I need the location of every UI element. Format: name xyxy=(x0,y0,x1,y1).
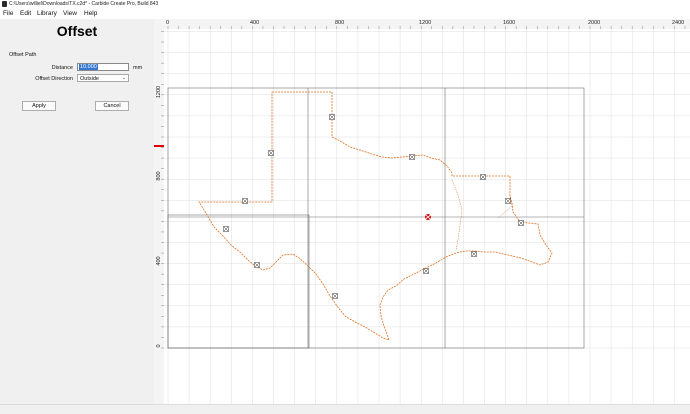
ruler-x-label: 0 xyxy=(166,20,169,26)
ruler-x-label: 2000 xyxy=(588,20,600,26)
ruler-x-label: 2400 xyxy=(672,20,684,26)
menu-view[interactable]: View xyxy=(63,10,77,17)
menu-edit[interactable]: Edit xyxy=(20,10,31,17)
ruler-position-marker xyxy=(154,145,164,147)
distance-value: 10.000 xyxy=(79,64,98,70)
inner-path xyxy=(451,179,463,251)
stock-boundaries xyxy=(167,87,585,349)
menu-file[interactable]: File xyxy=(3,10,13,17)
direction-select[interactable]: Outside ⌄ xyxy=(77,74,129,82)
panel-title: Offset xyxy=(56,23,98,39)
center-handle-icon[interactable] xyxy=(423,213,433,221)
cancel-button[interactable]: Cancel xyxy=(95,101,129,111)
chevron-down-icon: ⌄ xyxy=(121,75,126,81)
distance-label: Distance xyxy=(51,65,73,71)
apply-button[interactable]: Apply xyxy=(22,101,56,111)
ruler-y-label: 0 xyxy=(156,344,162,347)
menu-bar: File Edit Library View Help xyxy=(0,9,690,19)
app-icon xyxy=(2,1,7,7)
direction-label: Offset Direction xyxy=(35,76,73,82)
node-markers[interactable] xyxy=(223,114,524,299)
ruler-y-label: 800 xyxy=(156,171,162,180)
ruler-x-label: 400 xyxy=(250,20,259,26)
ruler-y-label: 1200 xyxy=(156,86,162,98)
distance-unit: mm xyxy=(133,65,143,71)
offset-panel: Offset Offset Path Distance 10.000 mm Of… xyxy=(0,19,154,404)
menu-library[interactable]: Library xyxy=(37,10,57,17)
menu-help[interactable]: Help xyxy=(84,10,97,17)
ruler-x-label: 800 xyxy=(335,20,344,26)
distance-input[interactable]: 10.000 xyxy=(77,63,129,71)
ruler-x-label: 1600 xyxy=(503,20,515,26)
direction-value: Outside xyxy=(80,76,99,82)
design-canvas[interactable]: 0 400 800 1200 1600 2000 2400 1200 800 4… xyxy=(154,19,690,404)
status-bar xyxy=(0,404,690,414)
window-title: C:\Users\williel\Downloads\TX.c2d* - Car… xyxy=(9,1,159,7)
window-titlebar: C:\Users\williel\Downloads\TX.c2d* - Car… xyxy=(0,0,690,9)
ruler-x-label: 1200 xyxy=(419,20,431,26)
texas-outline-path[interactable] xyxy=(198,91,553,341)
ruler-y-label: 400 xyxy=(156,256,162,265)
section-label: Offset Path xyxy=(9,52,37,58)
